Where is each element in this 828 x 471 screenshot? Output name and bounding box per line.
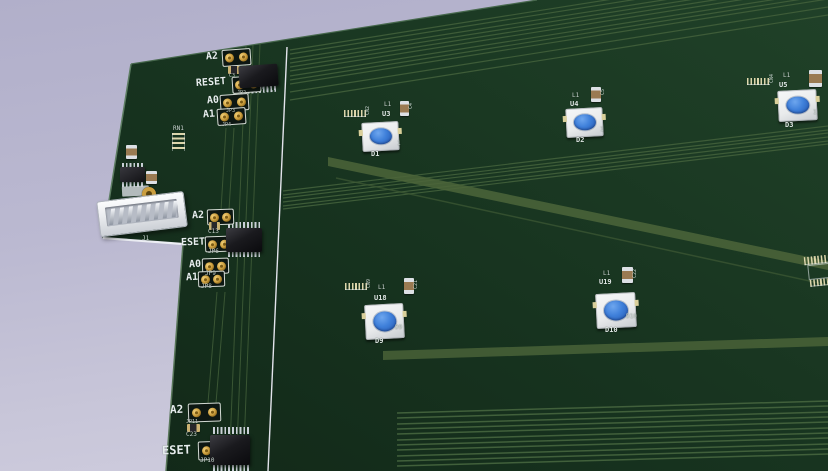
gold-pad	[225, 53, 235, 63]
switch-blue-cap	[369, 128, 391, 145]
silk-label-a0-mid: A0	[189, 260, 201, 270]
silk-label-jp11: JP11	[186, 420, 198, 425]
gold-pad	[217, 261, 226, 270]
silk-label-c3: C3	[229, 74, 235, 79]
silk-label-jp10: JP10	[200, 458, 214, 464]
silk-label-jp8: JP8	[201, 284, 212, 290]
pcb-3d-viewport[interactable]: A2 C3 RESET JP2 A0 JP3 A1 JP4 RN1 J1 A2 …	[0, 0, 828, 471]
gold-pad	[223, 98, 233, 108]
silk-label-jp9: JP9	[205, 271, 216, 277]
silk-label-l1: L1	[378, 285, 385, 291]
key-switch-d3	[778, 90, 817, 121]
silk-label-cn2: CN2	[366, 106, 371, 115]
silk-label-jp4: JP4	[222, 123, 231, 128]
silk-label-l1: L1	[783, 73, 790, 79]
gold-pad	[208, 408, 217, 417]
jumper-a2-top	[221, 48, 251, 67]
silk-label-c23: C23	[186, 432, 197, 438]
silk-label-c22: C22	[633, 269, 638, 278]
key-switch-d9	[365, 304, 404, 339]
silk-label-u3: U3	[382, 111, 390, 118]
silk-label-a2-bottom: A2	[170, 404, 184, 415]
silk-label-a2-top: A2	[206, 52, 219, 63]
silk-label-c21: C21	[414, 280, 419, 289]
silk-label-reset-top: RESET	[196, 77, 227, 89]
switch-blue-cap	[573, 114, 595, 131]
gold-pad	[222, 212, 231, 221]
gold-pad	[192, 408, 201, 417]
sot23-ic	[120, 167, 145, 182]
silk-label-d10-side: D10	[626, 314, 637, 320]
silk-label-d10: D10	[605, 327, 618, 334]
silk-label-l1: L1	[384, 102, 391, 108]
silk-label-rn1: RN1	[173, 126, 184, 132]
silk-label-j1: J1	[142, 236, 149, 242]
gold-pad	[236, 97, 246, 107]
key-switch-d10	[596, 293, 636, 328]
silk-label-jp6: JP6	[208, 249, 219, 255]
silk-label-c13: C13	[208, 229, 219, 235]
cn9-footprint	[345, 283, 367, 290]
silk-label-a0-top: A0	[207, 96, 220, 107]
key-switch-d1	[362, 122, 399, 151]
silk-label-reset-mid: ESET	[181, 238, 205, 249]
silk-label-d3: D3	[785, 122, 793, 129]
silk-label-a1-mid: A1	[186, 273, 198, 283]
silk-label-cn4: CN4	[770, 74, 775, 83]
capacitor-left-2	[146, 171, 157, 184]
silk-label-d2: D2	[576, 137, 584, 144]
silk-label-jp2: JP2	[237, 91, 246, 96]
silk-label-c5: C5	[601, 89, 606, 95]
silk-label-u19: U19	[599, 279, 612, 286]
silk-label-u5: U5	[779, 82, 787, 89]
ic-chip-mid	[226, 228, 262, 252]
silk-label-pin1: 1	[600, 127, 604, 133]
rn1-footprint	[172, 133, 185, 151]
silk-label-l1: L1	[603, 271, 610, 277]
silk-label-d9-side: D9	[395, 325, 402, 331]
key-switch-d2	[566, 108, 603, 137]
cn2-footprint	[344, 110, 366, 117]
silk-label-cn9: CN9	[367, 279, 372, 288]
silk-label-a1-top: A1	[203, 110, 216, 121]
silk-label-d9: D9	[375, 338, 383, 345]
silk-label-jp3: JP3	[226, 109, 235, 114]
ic-pins	[213, 464, 249, 471]
silk-label-pin1: 1	[397, 141, 401, 147]
silk-label-u4: U4	[570, 101, 578, 108]
ic-chip-bottom	[210, 435, 250, 465]
silk-label-pin1: 1	[813, 110, 817, 116]
silk-label-u18: U18	[374, 295, 387, 302]
ic-pins	[213, 427, 249, 434]
capacitor-left	[126, 145, 137, 159]
silk-label-reset-bottom: ESET	[162, 443, 191, 456]
silk-label-c4: C4	[409, 103, 414, 109]
gold-pad	[210, 213, 219, 222]
ic-chip-top	[238, 64, 278, 89]
silk-label-d1: D1	[371, 151, 379, 158]
gold-pad	[238, 52, 248, 62]
cn4-footprint	[747, 78, 770, 85]
silk-label-a2-mid: A2	[192, 211, 204, 221]
silk-label-l1: L1	[572, 93, 579, 99]
capacitor-edge	[809, 70, 822, 87]
